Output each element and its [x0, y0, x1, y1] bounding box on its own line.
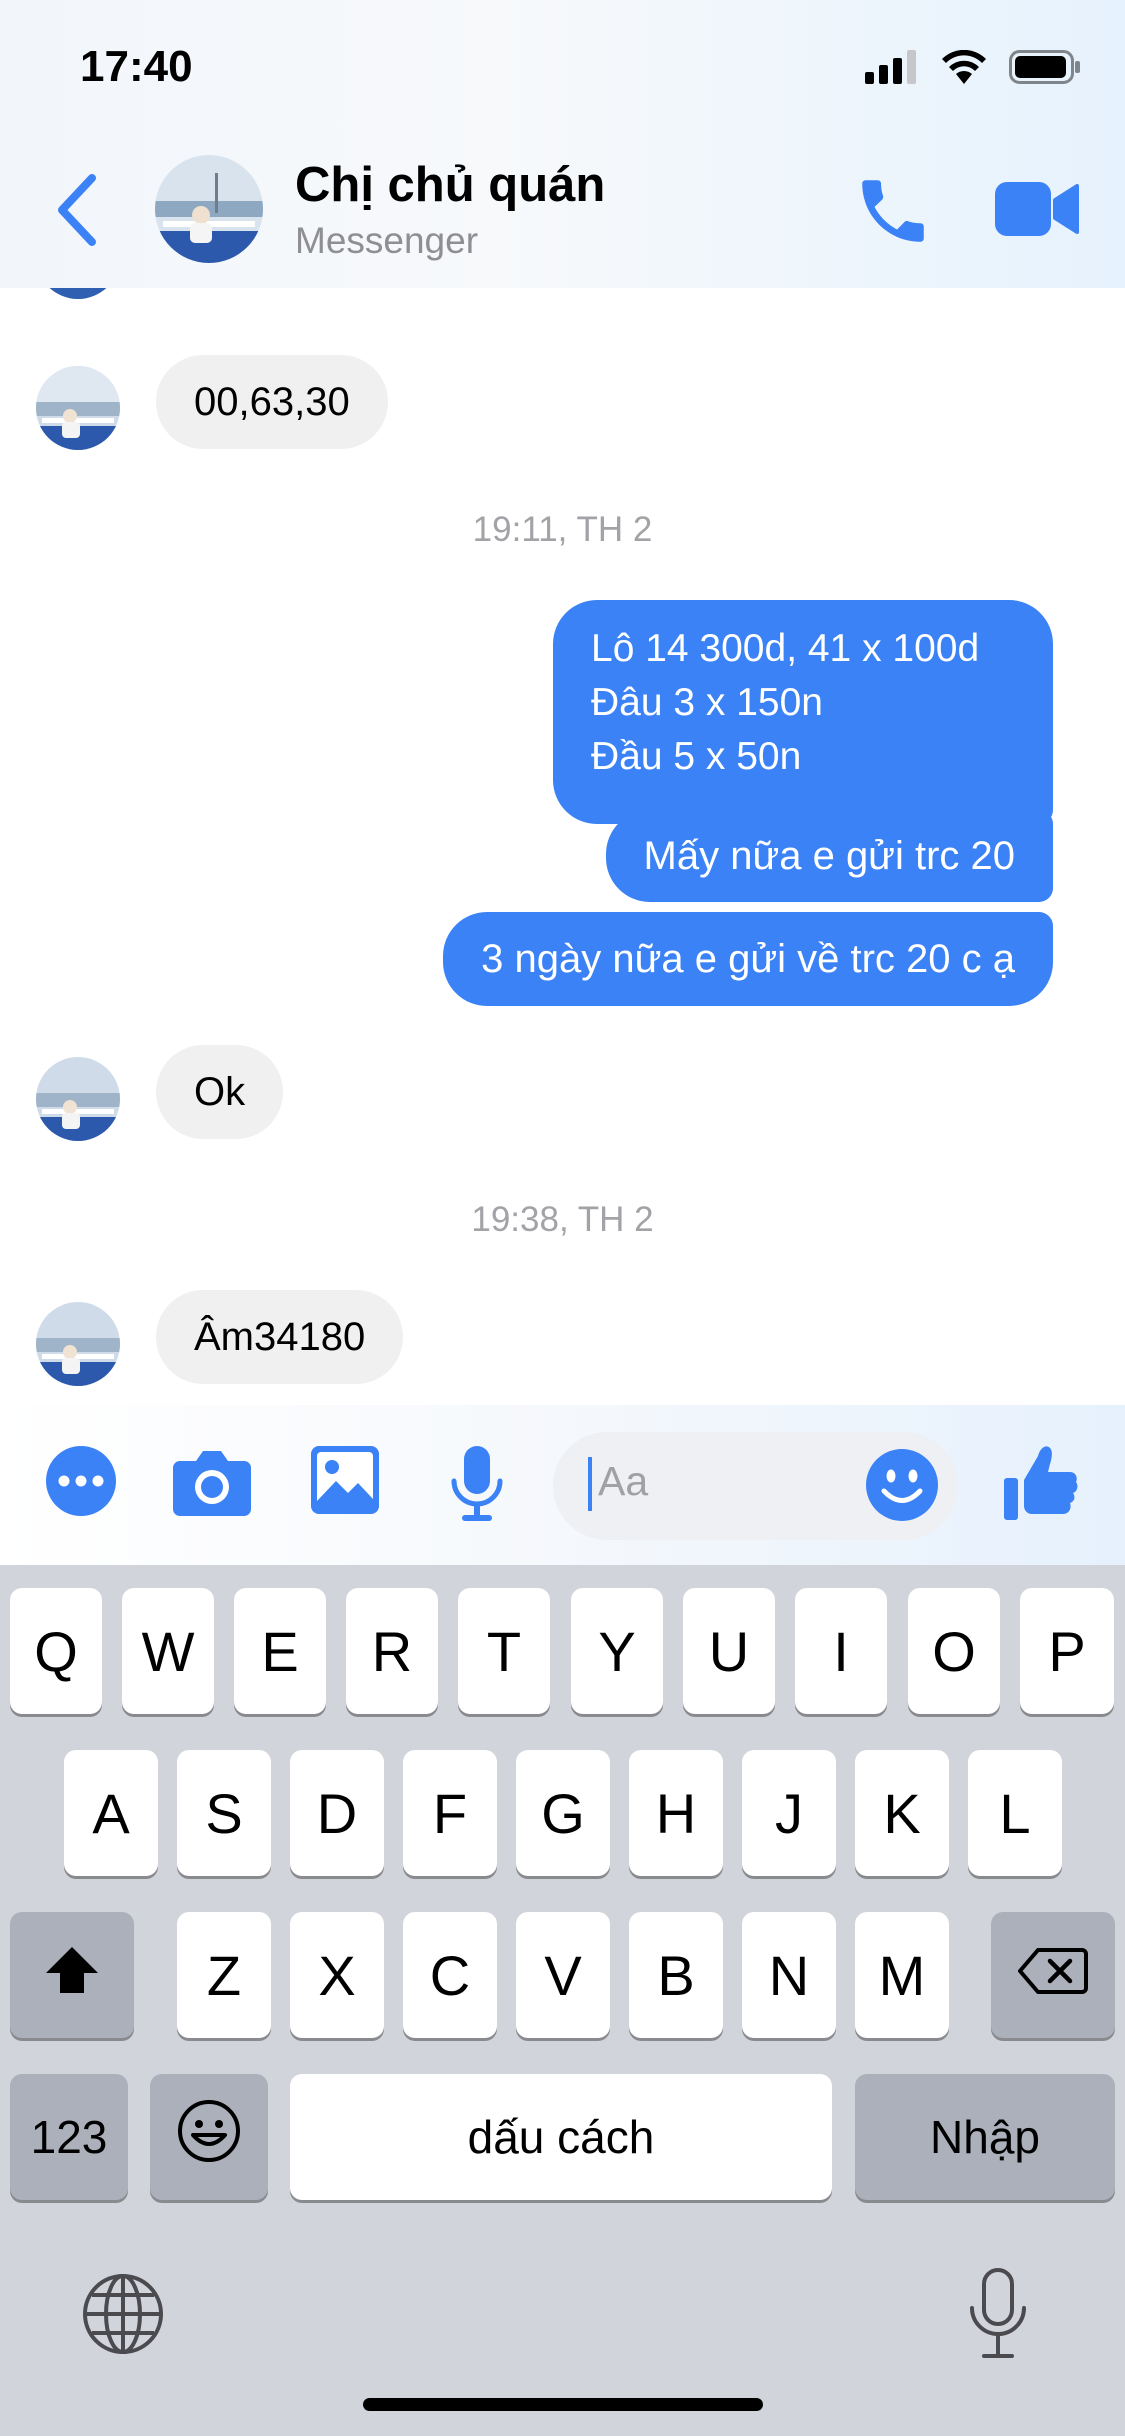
message-line: Lô 14 300d, 41 x 100d [591, 627, 980, 670]
smiley-icon [865, 1449, 939, 1526]
key-n[interactable]: N [742, 1912, 836, 2038]
key-j[interactable]: J [742, 1750, 836, 1876]
key-c[interactable]: C [403, 1912, 497, 2038]
timestamp: 19:38, TH 2 [471, 1200, 654, 1239]
keyboard: Q W E R T Y U I O P A S D F G H J K L Z … [0, 1565, 1125, 2436]
key-m[interactable]: M [855, 1912, 949, 2038]
voice-record-button[interactable] [447, 1445, 507, 1528]
contact-avatar [36, 366, 120, 450]
chevron-left-icon [52, 174, 102, 254]
video-call-button[interactable] [995, 178, 1079, 240]
key-r[interactable]: R [346, 1588, 438, 1714]
more-button[interactable] [45, 1445, 117, 1522]
key-v[interactable]: V [516, 1912, 610, 2038]
key-q[interactable]: Q [10, 1588, 102, 1714]
microphone-icon [968, 2268, 1028, 2364]
delete-key[interactable] [991, 1912, 1115, 2038]
photo-icon [310, 1446, 380, 1519]
like-button[interactable] [1002, 1442, 1078, 1527]
message-input-placeholder: Aa [598, 1458, 649, 1504]
home-indicator[interactable] [363, 2398, 763, 2411]
thumbs-up-icon [1002, 1446, 1078, 1526]
key-z[interactable]: Z [177, 1912, 271, 2038]
microphone-icon [447, 1446, 507, 1527]
contact-avatar [36, 1057, 120, 1141]
key-f[interactable]: F [403, 1750, 497, 1876]
dictation-button[interactable] [968, 2268, 1028, 2360]
timestamp: 19:11, TH 2 [472, 510, 653, 549]
key-o[interactable]: O [908, 1588, 1000, 1714]
key-p[interactable]: P [1020, 1588, 1114, 1714]
key-w[interactable]: W [122, 1588, 214, 1714]
key-x[interactable]: X [290, 1912, 384, 2038]
camera-button[interactable] [172, 1445, 252, 1522]
backspace-icon [1018, 1943, 1088, 2008]
contact-avatar[interactable] [155, 155, 263, 263]
status-time: 17:40 [80, 42, 193, 91]
outgoing-message[interactable]: 3 ngày nữa e gửi về trc 20 c ạ [443, 912, 1053, 1006]
return-key[interactable]: Nhập [855, 2074, 1115, 2200]
key-b[interactable]: B [629, 1912, 723, 2038]
status-bar: 17:40 [0, 0, 1125, 135]
cellular-signal-icon [865, 50, 919, 89]
key-i[interactable]: I [795, 1588, 887, 1714]
message-line: Đâu 3 x 150n [591, 681, 824, 724]
key-u[interactable]: U [683, 1588, 775, 1714]
globe-button[interactable] [82, 2273, 164, 2355]
outgoing-message[interactable]: Lô 14 300d, 41 x 100d Đâu 3 x 150n Đầu 5… [553, 600, 1053, 824]
back-button[interactable] [52, 170, 102, 250]
text-caret [588, 1457, 592, 1511]
key-y[interactable]: Y [571, 1588, 663, 1714]
key-e[interactable]: E [234, 1588, 326, 1714]
message-line: Đầu 5 x 50n [591, 735, 802, 778]
emoji-keyboard-key[interactable] [150, 2074, 268, 2200]
incoming-message[interactable]: 00,63,30 [156, 355, 388, 449]
outgoing-message[interactable]: Mấy nữa e gửi trc 20 [605, 810, 1053, 902]
status-icons [865, 49, 1081, 89]
incoming-message[interactable]: Âm34180 [156, 1290, 404, 1384]
numbers-key[interactable]: 123 [10, 2074, 128, 2200]
key-h[interactable]: H [629, 1750, 723, 1876]
contact-name[interactable]: Chị chủ quán [295, 157, 605, 213]
video-camera-icon [995, 182, 1079, 244]
key-g[interactable]: G [516, 1750, 610, 1876]
emoji-icon [177, 2099, 241, 2176]
phone-icon [852, 180, 934, 256]
key-k[interactable]: K [855, 1750, 949, 1876]
shift-key[interactable] [10, 1912, 134, 2038]
photo-button[interactable] [310, 1445, 380, 1520]
key-s[interactable]: S [177, 1750, 271, 1876]
key-d[interactable]: D [290, 1750, 384, 1876]
emoji-button[interactable] [865, 1448, 939, 1527]
incoming-message[interactable]: Ok [156, 1045, 284, 1139]
contact-avatar [36, 1302, 120, 1386]
space-key[interactable]: dấu cách [290, 2074, 832, 2200]
more-icon [45, 1446, 117, 1521]
contact-subtitle: Messenger [295, 220, 479, 261]
camera-icon [172, 1451, 252, 1521]
battery-icon [1009, 50, 1081, 89]
conversation-header: 17:40 Chị chủ quán Messenger [0, 0, 1125, 288]
key-l[interactable]: L [968, 1750, 1062, 1876]
wifi-icon [941, 49, 987, 89]
shift-arrow-icon [44, 1943, 100, 2008]
voice-call-button[interactable] [852, 170, 934, 252]
globe-icon [82, 2274, 164, 2359]
key-t[interactable]: T [458, 1588, 550, 1714]
key-a[interactable]: A [64, 1750, 158, 1876]
